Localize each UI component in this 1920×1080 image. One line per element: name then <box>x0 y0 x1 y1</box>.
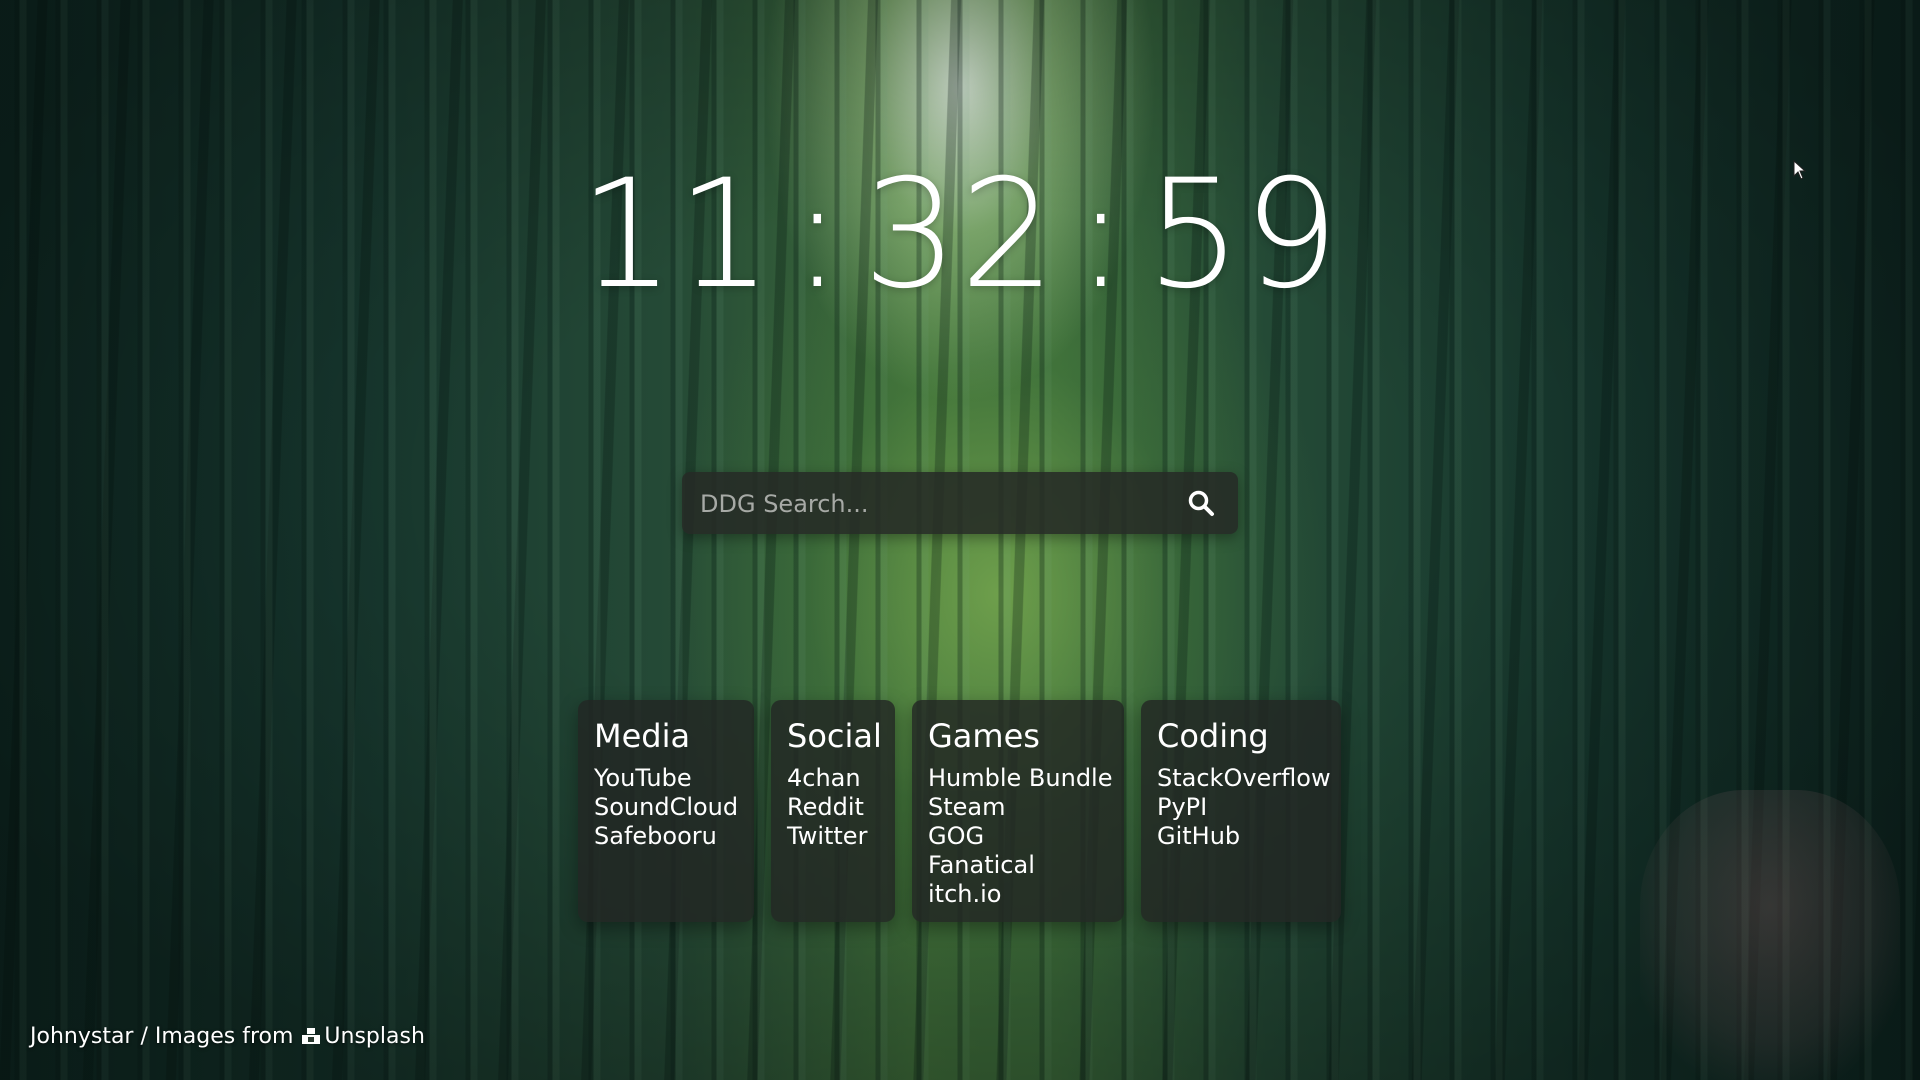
card-games: Games Humble Bundle Steam GOG Fanatical … <box>912 700 1124 922</box>
link-humble-bundle[interactable]: Humble Bundle <box>928 764 1113 793</box>
link-fanatical[interactable]: Fanatical <box>928 851 1108 880</box>
link-twitter[interactable]: Twitter <box>787 822 879 851</box>
search-icon[interactable] <box>1186 488 1216 518</box>
link-itch-io[interactable]: itch.io <box>928 880 1108 909</box>
link-soundcloud[interactable]: SoundCloud <box>594 793 738 822</box>
link-reddit[interactable]: Reddit <box>787 793 879 822</box>
clock: 11:32:59 <box>0 150 1920 320</box>
link-stackoverflow[interactable]: StackOverflow <box>1157 764 1331 793</box>
mouse-cursor-icon <box>1793 160 1807 180</box>
search-input[interactable] <box>698 472 1162 536</box>
clock-separator: : <box>1075 148 1128 322</box>
unsplash-link[interactable]: Unsplash <box>324 1024 424 1049</box>
clock-minutes: 32 <box>862 148 1058 322</box>
link-pypi[interactable]: PyPI <box>1157 793 1325 822</box>
card-title: Coding <box>1157 717 1269 755</box>
card-coding: Coding StackOverflow PyPI GitHub <box>1141 700 1341 922</box>
clock-seconds: 59 <box>1145 148 1341 322</box>
link-github[interactable]: GitHub <box>1157 822 1325 851</box>
link-safebooru[interactable]: Safebooru <box>594 822 738 851</box>
link-youtube[interactable]: YouTube <box>594 764 738 793</box>
clock-separator: : <box>792 148 845 322</box>
watermark-character <box>1640 790 1900 1080</box>
link-gog[interactable]: GOG <box>928 822 1108 851</box>
card-title: Media <box>594 717 691 755</box>
link-4chan[interactable]: 4chan <box>787 764 879 793</box>
clock-hours: 11 <box>579 148 775 322</box>
credit-text: Johnystar / Images from <box>30 1024 294 1049</box>
photo-credit: Johnystar / Images from Unsplash <box>30 1024 425 1049</box>
link-steam[interactable]: Steam <box>928 793 1108 822</box>
camera-icon <box>302 1028 321 1044</box>
card-social: Social 4chan Reddit Twitter <box>771 700 895 922</box>
card-media: Media YouTube SoundCloud Safebooru <box>578 700 754 922</box>
card-title: Games <box>928 717 1040 755</box>
card-title: Social <box>787 717 882 755</box>
search-bar <box>682 472 1238 536</box>
